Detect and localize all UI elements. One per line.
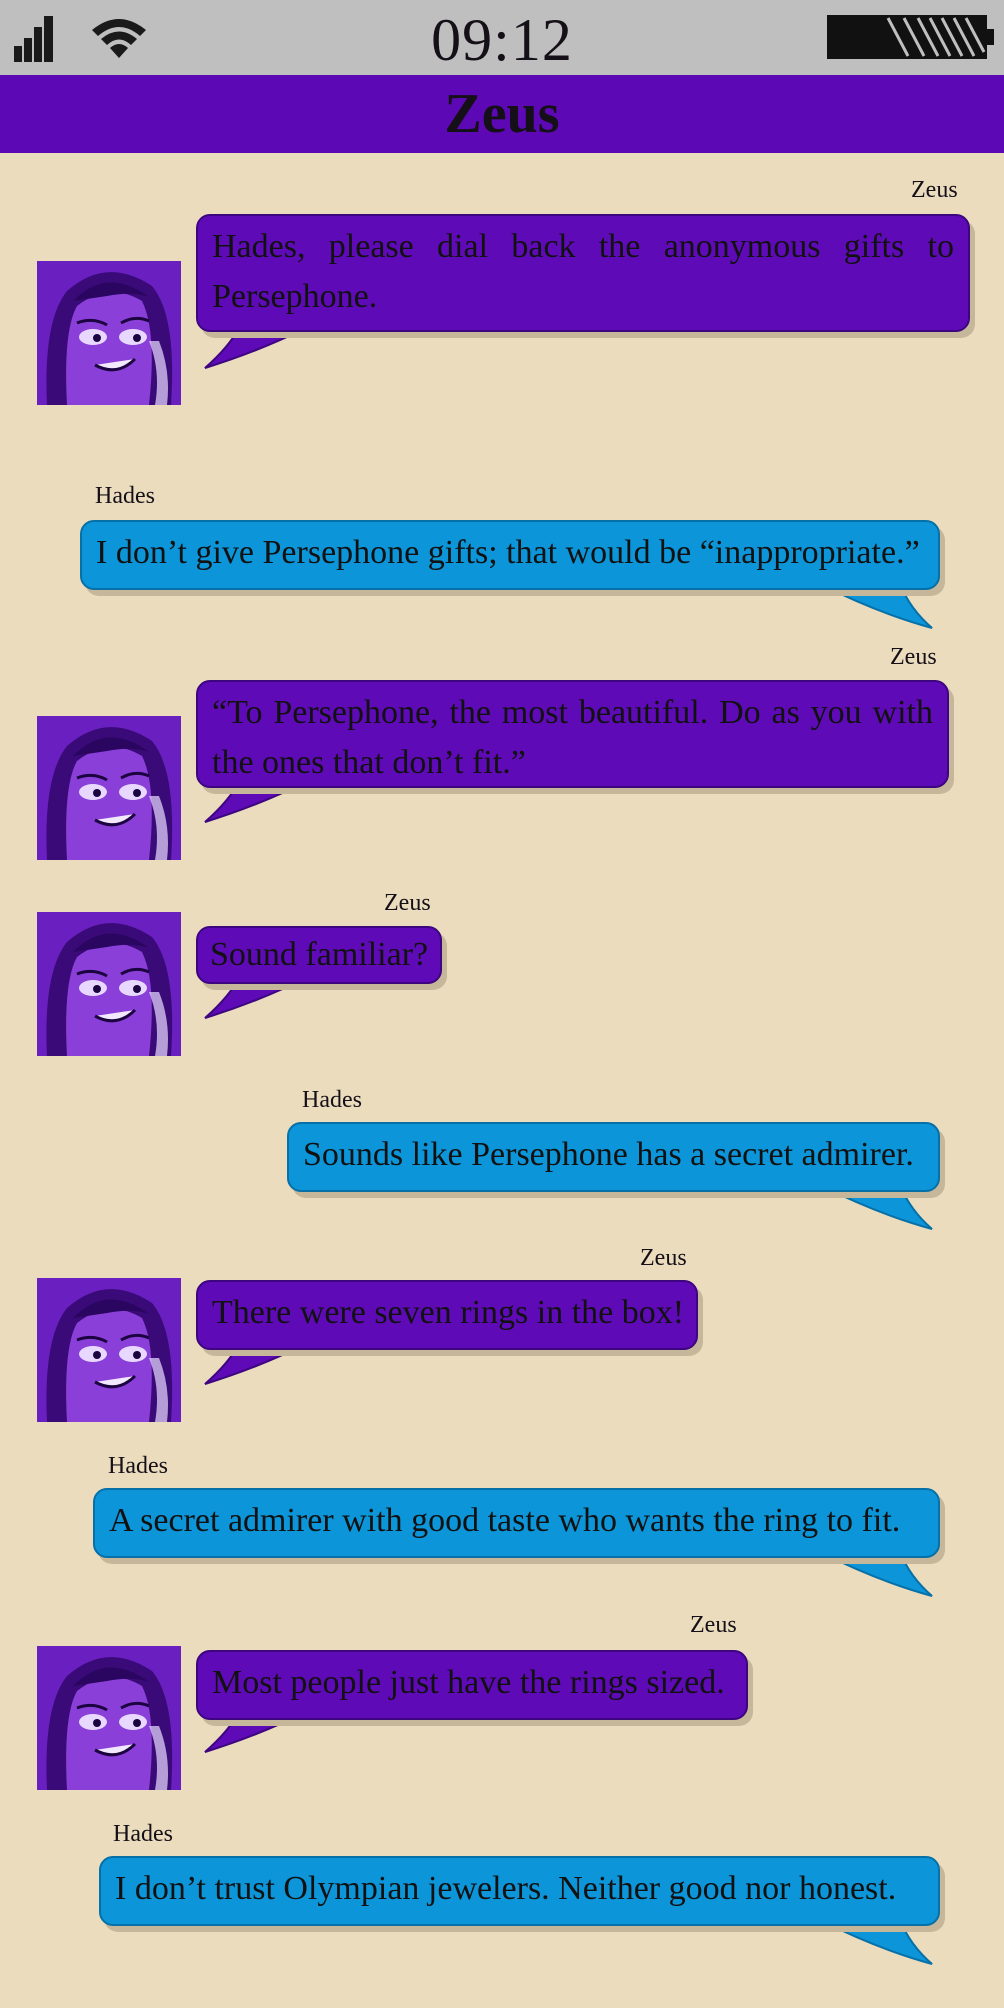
zeus-avatar xyxy=(37,261,181,405)
message-bubble[interactable]: “To Persephone, the most beautiful. Do a… xyxy=(196,680,949,788)
message-bubble[interactable]: A secret admirer with good taste who wan… xyxy=(93,1488,940,1558)
message-bubble[interactable]: I don’t trust Olympian jewelers. Neither… xyxy=(99,1856,940,1926)
message-bubble[interactable]: Hades, please dial back the anonymous gi… xyxy=(196,214,970,332)
zeus-avatar xyxy=(37,1646,181,1790)
message-bubble[interactable]: I don’t give Persephone gifts; that woul… xyxy=(80,520,940,590)
sender-name: Hades xyxy=(108,1453,168,1479)
sender-name: Hades xyxy=(113,1821,173,1847)
sender-name: Zeus xyxy=(690,1612,737,1638)
sender-name: Zeus xyxy=(640,1245,687,1271)
chat-header: Zeus xyxy=(0,75,1004,153)
battery-icon xyxy=(827,15,994,59)
message-bubble[interactable]: Sound familiar? xyxy=(196,926,442,984)
sender-name: Zeus xyxy=(384,890,431,916)
zeus-avatar xyxy=(37,1278,181,1422)
sender-name: Zeus xyxy=(890,644,937,670)
message-bubble[interactable]: Most people just have the rings sized. xyxy=(196,1650,748,1720)
sender-name: Hades xyxy=(95,483,155,509)
zeus-avatar xyxy=(37,716,181,860)
zeus-avatar xyxy=(37,912,181,1056)
message-bubble[interactable]: There were seven rings in the box! xyxy=(196,1280,698,1350)
bubble-tail xyxy=(820,1920,933,1965)
bubble-tail xyxy=(820,1552,933,1597)
bubble-tail xyxy=(820,584,933,629)
contact-name-title: Zeus xyxy=(444,83,560,145)
sender-name: Zeus xyxy=(911,177,958,203)
sender-name: Hades xyxy=(302,1087,362,1113)
bubble-tail xyxy=(820,1185,933,1230)
message-bubble[interactable]: Sounds like Persephone has a secret admi… xyxy=(287,1122,940,1192)
bubble-tail xyxy=(204,326,311,369)
status-bar: 09:12 xyxy=(0,0,1004,76)
